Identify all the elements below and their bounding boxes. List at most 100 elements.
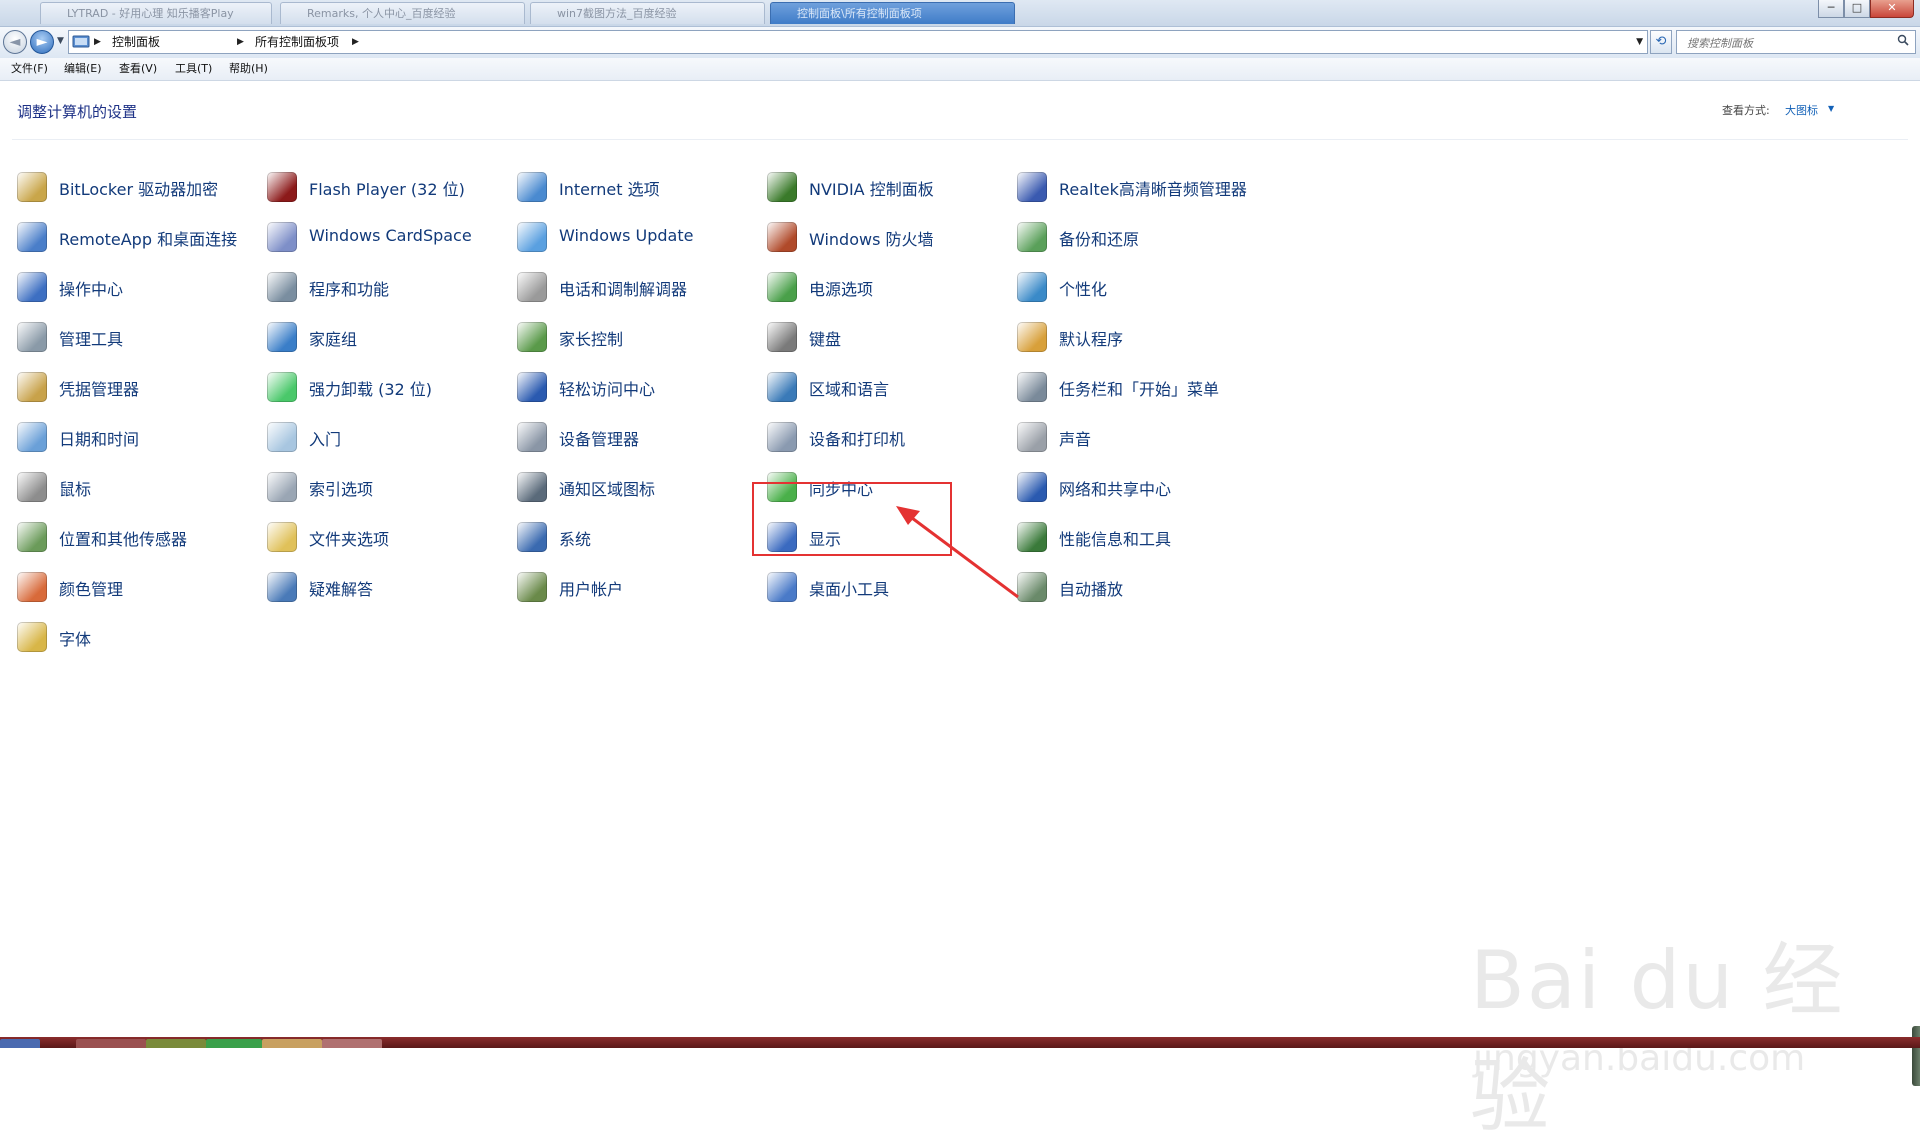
control-panel-item[interactable]: 声音 xyxy=(1017,422,1262,456)
chevron-down-icon[interactable]: ▼ xyxy=(1828,104,1834,113)
control-panel-item-label: 自动播放 xyxy=(1059,580,1124,599)
control-panel-item-label: 家庭组 xyxy=(309,330,358,349)
control-panel-item[interactable]: 性能信息和工具 xyxy=(1017,522,1262,556)
control-panel-item[interactable]: 鼠标 xyxy=(17,472,262,506)
control-panel-item[interactable]: 电话和调制解调器 xyxy=(517,272,762,306)
accessibility-icon xyxy=(517,372,547,402)
control-panel-item-label: 备份和还原 xyxy=(1059,230,1140,249)
control-panel-item[interactable]: 备份和还原 xyxy=(1017,222,1262,256)
control-panel-item[interactable]: 设备管理器 xyxy=(517,422,762,456)
control-panel-item[interactable]: 任务栏和「开始」菜单 xyxy=(1017,372,1262,406)
programs-icon xyxy=(267,272,297,302)
control-panel-item[interactable]: Windows CardSpace xyxy=(267,222,512,256)
flash-icon xyxy=(267,172,297,202)
menu-help[interactable]: 帮助(H) xyxy=(226,58,271,80)
control-panel-item[interactable]: 管理工具 xyxy=(17,322,262,356)
browser-tab-active[interactable]: 控制面板\所有控制面板项 xyxy=(770,2,1015,24)
control-panel-item[interactable]: 电源选项 xyxy=(767,272,1012,306)
control-panel-item-label: Windows 防火墙 xyxy=(809,230,934,249)
taskbar-app-button[interactable] xyxy=(322,1039,382,1048)
forward-button[interactable]: ► xyxy=(30,30,54,54)
printer-icon xyxy=(767,422,797,452)
control-panel-item[interactable]: 程序和功能 xyxy=(267,272,512,306)
control-panel-item[interactable]: 入门 xyxy=(267,422,512,456)
breadcrumb-separator[interactable]: ▶ xyxy=(352,31,359,53)
menu-edit[interactable]: 编辑(E) xyxy=(61,58,105,80)
control-panel-item-label: 区域和语言 xyxy=(809,380,890,399)
control-panel-item[interactable]: Internet 选项 xyxy=(517,172,762,206)
control-panel-item[interactable]: 个性化 xyxy=(1017,272,1262,306)
control-panel-item[interactable]: 疑难解答 xyxy=(267,572,512,606)
control-panel-item[interactable]: 文件夹选项 xyxy=(267,522,512,556)
control-panel-item[interactable]: 网络和共享中心 xyxy=(1017,472,1262,506)
taskbar-app-button[interactable] xyxy=(206,1039,262,1048)
control-panel-item[interactable]: 家长控制 xyxy=(517,322,762,356)
control-panel-item[interactable]: 区域和语言 xyxy=(767,372,1012,406)
mouse-icon xyxy=(17,472,47,502)
control-panel-item[interactable]: BitLocker 驱动器加密 xyxy=(17,172,262,206)
control-panel-item[interactable]: 轻松访问中心 xyxy=(517,372,762,406)
control-panel-item[interactable]: 索引选项 xyxy=(267,472,512,506)
control-panel-item[interactable]: 位置和其他传感器 xyxy=(17,522,262,556)
breadcrumb-all-items[interactable]: 所有控制面板项 xyxy=(255,31,339,53)
control-panel-item[interactable]: 凭据管理器 xyxy=(17,372,262,406)
control-panel-item[interactable]: 通知区域图标 xyxy=(517,472,762,506)
control-panel-item[interactable]: 家庭组 xyxy=(267,322,512,356)
control-panel-item[interactable]: 强力卸载 (32 位) xyxy=(267,372,512,406)
bitlocker-icon xyxy=(17,172,47,202)
address-bar[interactable]: ▶ 控制面板 ▶ 所有控制面板项 ▶ ▼ xyxy=(68,30,1648,54)
browser-tab[interactable]: win7截图方法_百度经验 xyxy=(530,2,765,24)
view-by-dropdown[interactable]: 大图标 xyxy=(1785,102,1818,118)
control-panel-item[interactable]: 设备和打印机 xyxy=(767,422,1012,456)
maximize-button[interactable]: □ xyxy=(1844,0,1870,18)
menu-view[interactable]: 查看(V) xyxy=(116,58,160,80)
breadcrumb-separator[interactable]: ▶ xyxy=(94,31,101,53)
control-panel-item-label: 操作中心 xyxy=(59,280,124,299)
browser-tab[interactable]: Remarks, 个人中心_百度经验 xyxy=(280,2,525,24)
control-panel-item[interactable]: 颜色管理 xyxy=(17,572,262,606)
control-panel-item-label: BitLocker 驱动器加密 xyxy=(59,180,219,199)
font-icon xyxy=(17,622,47,652)
taskbar-app-button[interactable] xyxy=(76,1039,146,1048)
recent-pages-dropdown[interactable]: ▼ xyxy=(57,36,64,46)
start-button[interactable] xyxy=(0,1039,40,1048)
control-panel-item[interactable]: 键盘 xyxy=(767,322,1012,356)
control-panel-item[interactable]: 默认程序 xyxy=(1017,322,1262,356)
close-button[interactable]: ✕ xyxy=(1870,0,1914,18)
control-panel-item[interactable]: Windows 防火墙 xyxy=(767,222,1012,256)
back-button[interactable]: ◄ xyxy=(3,30,27,54)
control-panel-item[interactable]: 用户帐户 xyxy=(517,572,762,606)
control-panel-item[interactable]: Realtek高清晰音频管理器 xyxy=(1017,172,1262,206)
control-panel-item[interactable]: 字体 xyxy=(17,622,262,656)
control-panel-item[interactable]: RemoteApp 和桌面连接 xyxy=(17,222,262,256)
search-box[interactable] xyxy=(1676,30,1916,54)
refresh-icon: ⟲ xyxy=(1655,34,1667,49)
control-panel-item-label: 默认程序 xyxy=(1059,330,1124,349)
scrollbar-grip[interactable] xyxy=(1912,1026,1920,1086)
taskbar-app-button[interactable] xyxy=(146,1039,206,1048)
nvidia-icon xyxy=(767,172,797,202)
taskbar-app-button[interactable] xyxy=(262,1039,322,1048)
control-panel-item[interactable]: 系统 xyxy=(517,522,762,556)
search-input[interactable] xyxy=(1685,32,1889,54)
control-panel-item[interactable]: 自动播放 xyxy=(1017,572,1262,606)
control-panel-item[interactable]: NVIDIA 控制面板 xyxy=(767,172,1012,206)
breadcrumb-control-panel[interactable]: 控制面板 xyxy=(112,31,160,53)
control-panel-item[interactable]: 日期和时间 xyxy=(17,422,262,456)
control-panel-item-label: 家长控制 xyxy=(559,330,624,349)
minimize-button[interactable]: ─ xyxy=(1818,0,1844,18)
control-panel-item[interactable]: 操作中心 xyxy=(17,272,262,306)
address-dropdown[interactable]: ▼ xyxy=(1636,31,1643,53)
realtek-icon xyxy=(1017,172,1047,202)
search-icon[interactable] xyxy=(1897,34,1909,46)
control-panel-item[interactable]: Windows Update xyxy=(517,222,762,256)
browser-tab[interactable]: LYTRAD - 好用心理 知乐播客Play xyxy=(40,2,272,24)
menu-file[interactable]: 文件(F) xyxy=(8,58,51,80)
taskbar xyxy=(0,1037,1920,1048)
control-panel-item-label: 桌面小工具 xyxy=(809,580,890,599)
refresh-button[interactable]: ⟲ xyxy=(1650,30,1672,54)
breadcrumb-separator[interactable]: ▶ xyxy=(237,31,244,53)
menu-tools[interactable]: 工具(T) xyxy=(172,58,215,80)
control-panel-item-label: 键盘 xyxy=(809,330,842,349)
control-panel-item[interactable]: Flash Player (32 位) xyxy=(267,172,512,206)
